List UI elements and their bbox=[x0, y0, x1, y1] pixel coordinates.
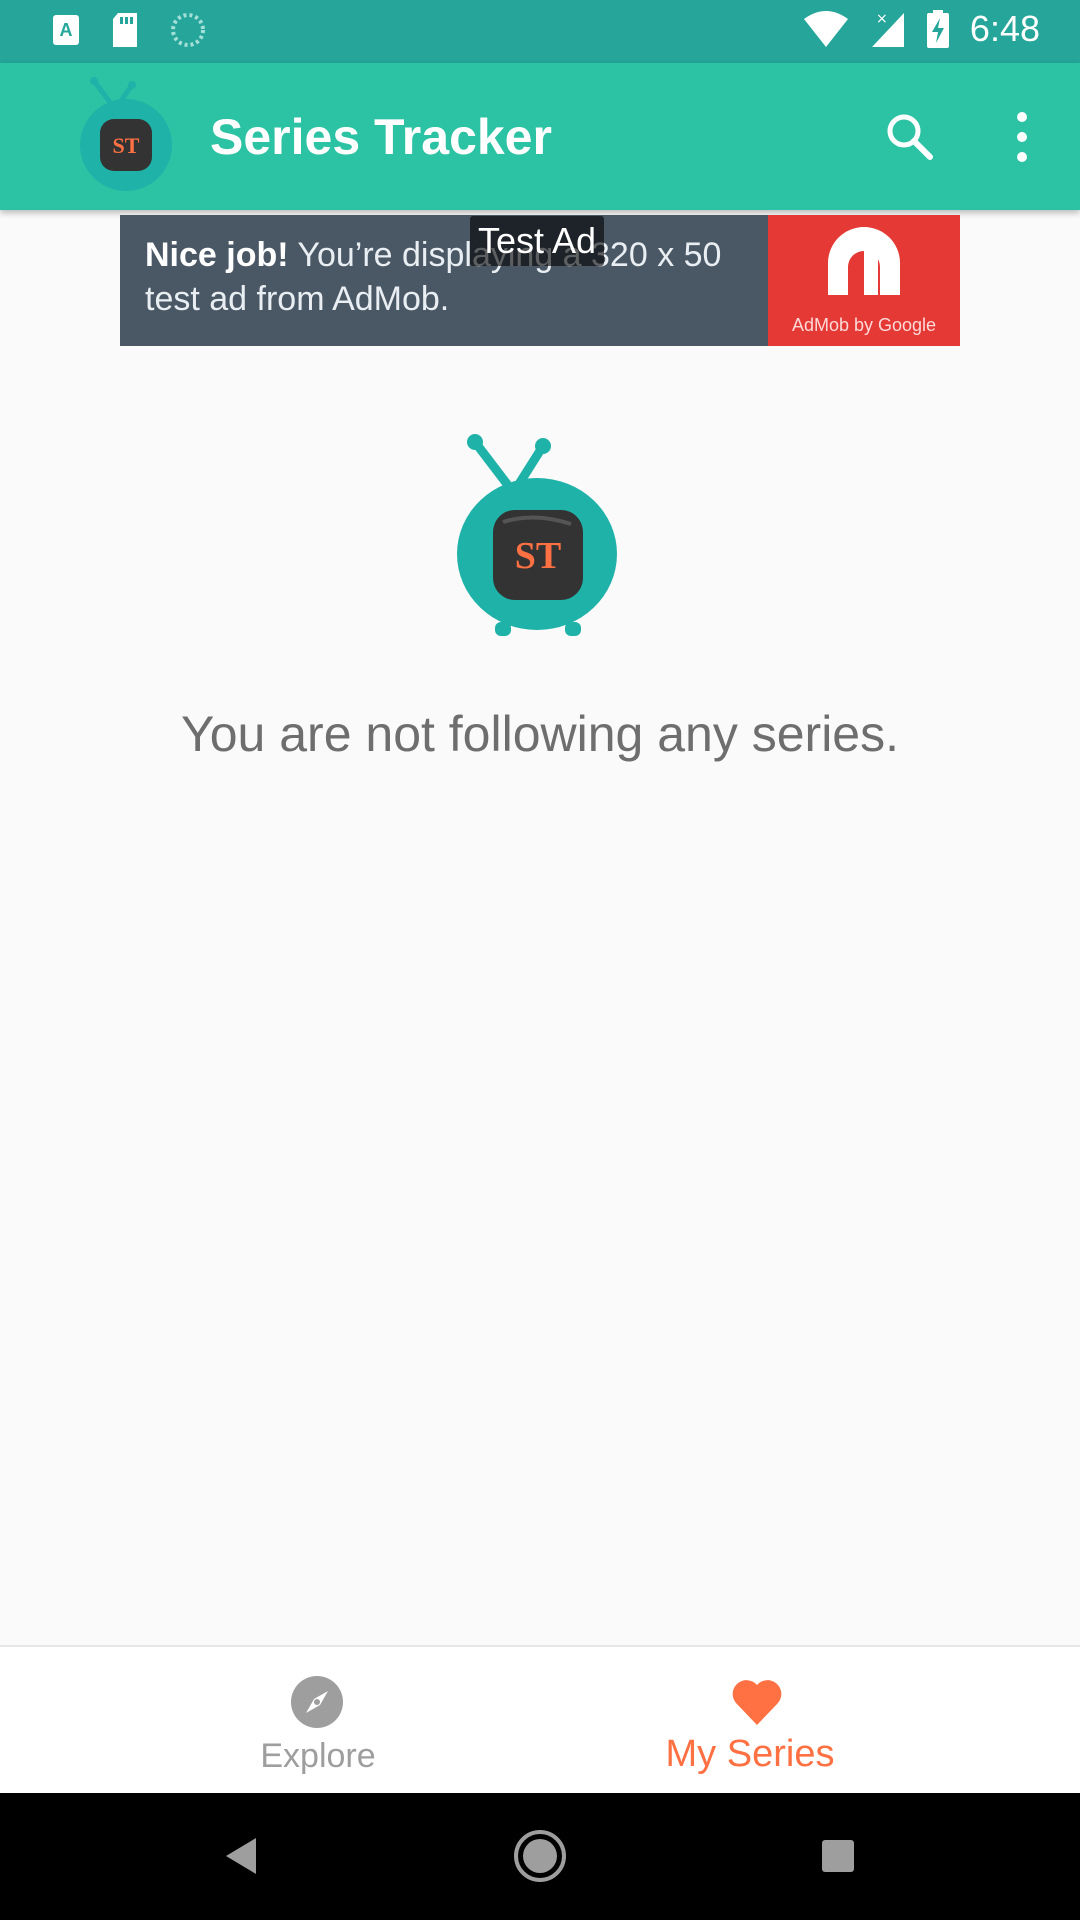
more-vert-icon[interactable] bbox=[1000, 107, 1044, 167]
svg-text:ST: ST bbox=[113, 133, 140, 158]
status-right-icons: × 6:48 bbox=[802, 8, 1040, 50]
a-notification-icon: A bbox=[53, 15, 79, 45]
signal-icon: × bbox=[871, 11, 904, 47]
nav-label-my-series: My Series bbox=[665, 1733, 835, 1775]
status-left-icons: A bbox=[52, 12, 206, 48]
nav-item-explore[interactable]: Explore bbox=[0, 1647, 540, 1795]
wifi-icon bbox=[803, 11, 848, 47]
app-logo-icon: ST bbox=[80, 77, 172, 191]
admob-logo: AdMob by Google bbox=[768, 215, 960, 346]
search-icon[interactable] bbox=[880, 107, 940, 167]
svg-text:×: × bbox=[876, 11, 888, 27]
admob-icon bbox=[828, 227, 900, 295]
nav-item-my-series[interactable]: My Series bbox=[540, 1647, 1080, 1795]
test-ad-label: Test Ad bbox=[470, 216, 605, 266]
tv-logo-icon: ST bbox=[457, 434, 617, 636]
status-time: 6:48 bbox=[969, 8, 1040, 49]
svg-text:A: A bbox=[60, 20, 73, 40]
sync-icon bbox=[171, 13, 205, 47]
battery-charging-icon bbox=[926, 10, 949, 48]
empty-state-message: You are not following any series. bbox=[180, 706, 900, 762]
ad-text: Nice job! You’re displaying a 320 x 50 t… bbox=[145, 233, 755, 321]
app-title: Series Tracker bbox=[210, 109, 552, 165]
system-navigation-bar bbox=[0, 1793, 1080, 1920]
recents-icon[interactable] bbox=[808, 1826, 868, 1886]
status-bar: A × 6:48 bbox=[0, 0, 1080, 63]
sd-card-icon bbox=[113, 13, 137, 47]
bottom-navigation: Explore My Series bbox=[0, 1645, 1080, 1793]
back-icon[interactable] bbox=[212, 1826, 272, 1886]
ad-text-line2: test ad from AdMob. bbox=[145, 280, 450, 318]
ad-bold-text: Nice job! bbox=[145, 236, 289, 274]
heart-icon bbox=[732, 1680, 782, 1725]
svg-text:ST: ST bbox=[515, 535, 561, 577]
app-bar: ST Series Tracker bbox=[0, 63, 1080, 210]
home-icon[interactable] bbox=[510, 1826, 570, 1886]
admob-caption: AdMob by Google bbox=[791, 315, 937, 335]
compass-icon bbox=[291, 1676, 343, 1728]
